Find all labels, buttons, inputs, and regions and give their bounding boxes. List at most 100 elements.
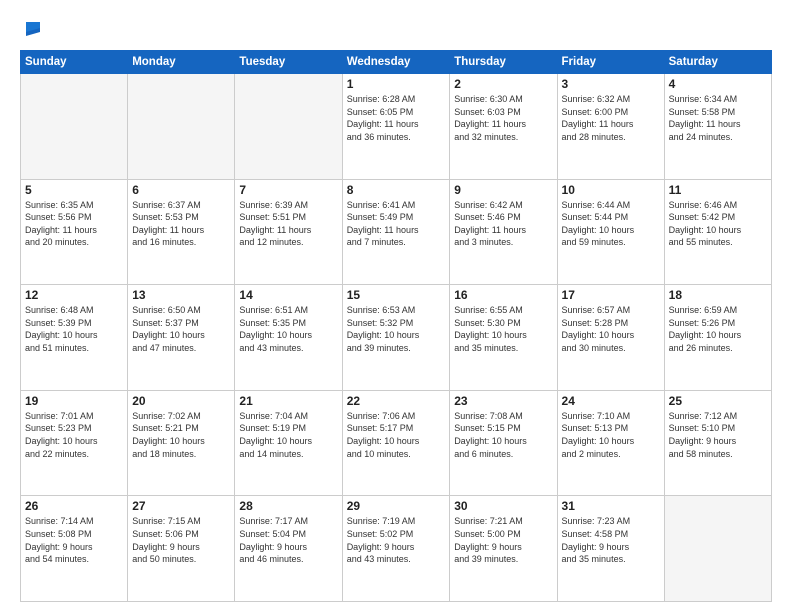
logo-icon — [22, 18, 44, 40]
week-row-3: 12Sunrise: 6:48 AM Sunset: 5:39 PM Dayli… — [21, 285, 772, 391]
day-cell: 18 Sunrise: 6:59 AM Sunset: 5:26 PM Dayli… — [664, 285, 771, 391]
day-cell: 7Sunrise: 6:39 AM Sunset: 5:51 PM Daylig… — [235, 179, 342, 285]
day-number: 3 — [562, 77, 660, 91]
day-info: Sunrise: 7:10 AM Sunset: 5:13 PM Dayligh… — [562, 410, 660, 460]
day-number: 19 — [25, 394, 123, 408]
day-cell: 14 Sunrise: 6:51 AM Sunset: 5:35 PM Dayli… — [235, 285, 342, 391]
day-info: Sunrise: 7:17 AM Sunset: 5:04 PM Dayligh… — [239, 515, 337, 565]
day-number: 25 — [669, 394, 767, 408]
day-number: 6 — [132, 183, 230, 197]
day-number: 29 — [347, 499, 446, 513]
day-number: 24 — [562, 394, 660, 408]
day-info: Sunrise: 7:02 AM Sunset: 5:21 PM Dayligh… — [132, 410, 230, 460]
day-info: Sunrise: 6:48 AM Sunset: 5:39 PM Dayligh… — [25, 304, 123, 354]
day-number: 8 — [347, 183, 446, 197]
day-cell: 28 Sunrise: 7:17 AM Sunset: 5:04 PM Dayli… — [235, 496, 342, 602]
day-number: 23 — [454, 394, 552, 408]
day-cell: 27 Sunrise: 7:15 AM Sunset: 5:06 PM Dayli… — [128, 496, 235, 602]
day-cell: 13 Sunrise: 6:50 AM Sunset: 5:37 PM Dayli… — [128, 285, 235, 391]
day-info: Sunrise: 7:19 AM Sunset: 5:02 PM Dayligh… — [347, 515, 446, 565]
day-number: 15 — [347, 288, 446, 302]
day-cell: 26Sunrise: 7:14 AM Sunset: 5:08 PM Dayli… — [21, 496, 128, 602]
day-number: 26 — [25, 499, 123, 513]
day-number: 4 — [669, 77, 767, 91]
day-cell: 21 Sunrise: 7:04 AM Sunset: 5:19 PM Dayli… — [235, 390, 342, 496]
day-cell: 11 Sunrise: 6:46 AM Sunset: 5:42 PM Dayli… — [664, 179, 771, 285]
day-number: 10 — [562, 183, 660, 197]
day-info: Sunrise: 7:04 AM Sunset: 5:19 PM Dayligh… — [239, 410, 337, 460]
day-info: Sunrise: 6:30 AM Sunset: 6:03 PM Dayligh… — [454, 93, 552, 143]
day-number: 5 — [25, 183, 123, 197]
day-cell — [21, 74, 128, 180]
day-cell: 31Sunrise: 7:23 AM Sunset: 4:58 PM Dayli… — [557, 496, 664, 602]
day-info: Sunrise: 7:08 AM Sunset: 5:15 PM Dayligh… — [454, 410, 552, 460]
day-info: Sunrise: 6:35 AM Sunset: 5:56 PM Dayligh… — [25, 199, 123, 249]
day-cell — [664, 496, 771, 602]
day-cell: 1 Sunrise: 6:28 AM Sunset: 6:05 PM Daylig… — [342, 74, 450, 180]
day-info: Sunrise: 6:39 AM Sunset: 5:51 PM Dayligh… — [239, 199, 337, 249]
day-cell: 16 Sunrise: 6:55 AM Sunset: 5:30 PM Dayli… — [450, 285, 557, 391]
day-cell: 24 Sunrise: 7:10 AM Sunset: 5:13 PM Dayli… — [557, 390, 664, 496]
day-info: Sunrise: 6:55 AM Sunset: 5:30 PM Dayligh… — [454, 304, 552, 354]
day-cell: 30Sunrise: 7:21 AM Sunset: 5:00 PM Dayli… — [450, 496, 557, 602]
day-info: Sunrise: 6:28 AM Sunset: 6:05 PM Dayligh… — [347, 93, 446, 143]
day-number: 11 — [669, 183, 767, 197]
day-number: 17 — [562, 288, 660, 302]
day-cell: 29 Sunrise: 7:19 AM Sunset: 5:02 PM Dayli… — [342, 496, 450, 602]
day-cell: 4 Sunrise: 6:34 AM Sunset: 5:58 PM Daylig… — [664, 74, 771, 180]
day-info: Sunrise: 6:37 AM Sunset: 5:53 PM Dayligh… — [132, 199, 230, 249]
day-number: 14 — [239, 288, 337, 302]
day-number: 9 — [454, 183, 552, 197]
day-info: Sunrise: 6:32 AM Sunset: 6:00 PM Dayligh… — [562, 93, 660, 143]
day-cell: 6 Sunrise: 6:37 AM Sunset: 5:53 PM Daylig… — [128, 179, 235, 285]
day-cell: 3 Sunrise: 6:32 AM Sunset: 6:00 PM Daylig… — [557, 74, 664, 180]
day-number: 1 — [347, 77, 446, 91]
calendar-table: SundayMondayTuesdayWednesdayThursdayFrid… — [20, 50, 772, 602]
day-number: 18 — [669, 288, 767, 302]
day-cell: 10 Sunrise: 6:44 AM Sunset: 5:44 PM Dayli… — [557, 179, 664, 285]
day-info: Sunrise: 6:46 AM Sunset: 5:42 PM Dayligh… — [669, 199, 767, 249]
day-number: 2 — [454, 77, 552, 91]
day-info: Sunrise: 6:34 AM Sunset: 5:58 PM Dayligh… — [669, 93, 767, 143]
day-info: Sunrise: 6:53 AM Sunset: 5:32 PM Dayligh… — [347, 304, 446, 354]
day-info: Sunrise: 6:50 AM Sunset: 5:37 PM Dayligh… — [132, 304, 230, 354]
day-info: Sunrise: 6:57 AM Sunset: 5:28 PM Dayligh… — [562, 304, 660, 354]
weekday-header-friday: Friday — [557, 51, 664, 74]
day-info: Sunrise: 7:15 AM Sunset: 5:06 PM Dayligh… — [132, 515, 230, 565]
day-cell: 2 Sunrise: 6:30 AM Sunset: 6:03 PM Daylig… — [450, 74, 557, 180]
weekday-header-sunday: Sunday — [21, 51, 128, 74]
day-cell: 22 Sunrise: 7:06 AM Sunset: 5:17 PM Dayli… — [342, 390, 450, 496]
weekday-header-monday: Monday — [128, 51, 235, 74]
day-info: Sunrise: 6:42 AM Sunset: 5:46 PM Dayligh… — [454, 199, 552, 249]
day-number: 22 — [347, 394, 446, 408]
day-number: 30 — [454, 499, 552, 513]
day-cell: 25Sunrise: 7:12 AM Sunset: 5:10 PM Dayli… — [664, 390, 771, 496]
day-cell — [235, 74, 342, 180]
day-number: 27 — [132, 499, 230, 513]
weekday-header-wednesday: Wednesday — [342, 51, 450, 74]
day-cell: 23 Sunrise: 7:08 AM Sunset: 5:15 PM Dayli… — [450, 390, 557, 496]
weekday-header-thursday: Thursday — [450, 51, 557, 74]
week-row-4: 19 Sunrise: 7:01 AM Sunset: 5:23 PM Dayli… — [21, 390, 772, 496]
day-cell: 15 Sunrise: 6:53 AM Sunset: 5:32 PM Dayli… — [342, 285, 450, 391]
weekday-header-row: SundayMondayTuesdayWednesdayThursdayFrid… — [21, 51, 772, 74]
page: SundayMondayTuesdayWednesdayThursdayFrid… — [0, 0, 792, 612]
day-number: 28 — [239, 499, 337, 513]
day-cell: 20 Sunrise: 7:02 AM Sunset: 5:21 PM Dayli… — [128, 390, 235, 496]
day-number: 21 — [239, 394, 337, 408]
day-cell: 19 Sunrise: 7:01 AM Sunset: 5:23 PM Dayli… — [21, 390, 128, 496]
day-info: Sunrise: 7:01 AM Sunset: 5:23 PM Dayligh… — [25, 410, 123, 460]
day-number: 16 — [454, 288, 552, 302]
day-info: Sunrise: 6:44 AM Sunset: 5:44 PM Dayligh… — [562, 199, 660, 249]
day-cell: 17 Sunrise: 6:57 AM Sunset: 5:28 PM Dayli… — [557, 285, 664, 391]
day-info: Sunrise: 6:59 AM Sunset: 5:26 PM Dayligh… — [669, 304, 767, 354]
day-info: Sunrise: 7:06 AM Sunset: 5:17 PM Dayligh… — [347, 410, 446, 460]
week-row-1: 1 Sunrise: 6:28 AM Sunset: 6:05 PM Daylig… — [21, 74, 772, 180]
day-info: Sunrise: 7:23 AM Sunset: 4:58 PM Dayligh… — [562, 515, 660, 565]
day-info: Sunrise: 6:51 AM Sunset: 5:35 PM Dayligh… — [239, 304, 337, 354]
weekday-header-saturday: Saturday — [664, 51, 771, 74]
day-cell — [128, 74, 235, 180]
day-info: Sunrise: 6:41 AM Sunset: 5:49 PM Dayligh… — [347, 199, 446, 249]
day-number: 20 — [132, 394, 230, 408]
day-number: 13 — [132, 288, 230, 302]
